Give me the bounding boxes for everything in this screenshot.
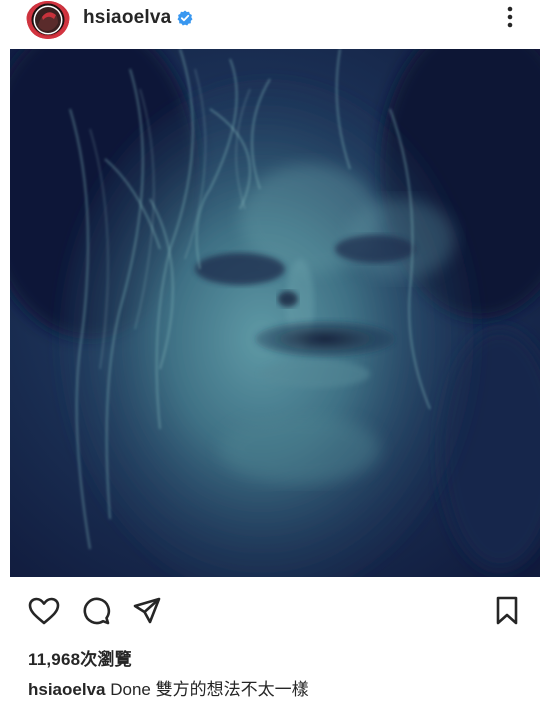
verified-badge-icon [177, 10, 193, 26]
username-link[interactable]: hsiaoelva [83, 7, 171, 29]
post-photo[interactable] [10, 49, 540, 577]
post-header: hsiaoelva [0, 0, 545, 40]
post-caption: hsiaoelva Done 雙方的想法不太一樣 [28, 675, 309, 700]
more-vertical-icon[interactable] [503, 4, 517, 30]
caption-text: Done 雙方的想法不太一樣 [105, 680, 309, 699]
avatar[interactable] [26, 1, 70, 39]
post-actions [0, 593, 545, 627]
bookmark-icon[interactable] [495, 596, 519, 626]
heart-icon[interactable] [28, 597, 60, 625]
send-icon[interactable] [132, 596, 162, 626]
caption-username[interactable]: hsiaoelva [28, 680, 106, 699]
view-count[interactable]: 11,968次瀏覽 [28, 645, 132, 670]
comment-icon[interactable] [81, 596, 111, 626]
